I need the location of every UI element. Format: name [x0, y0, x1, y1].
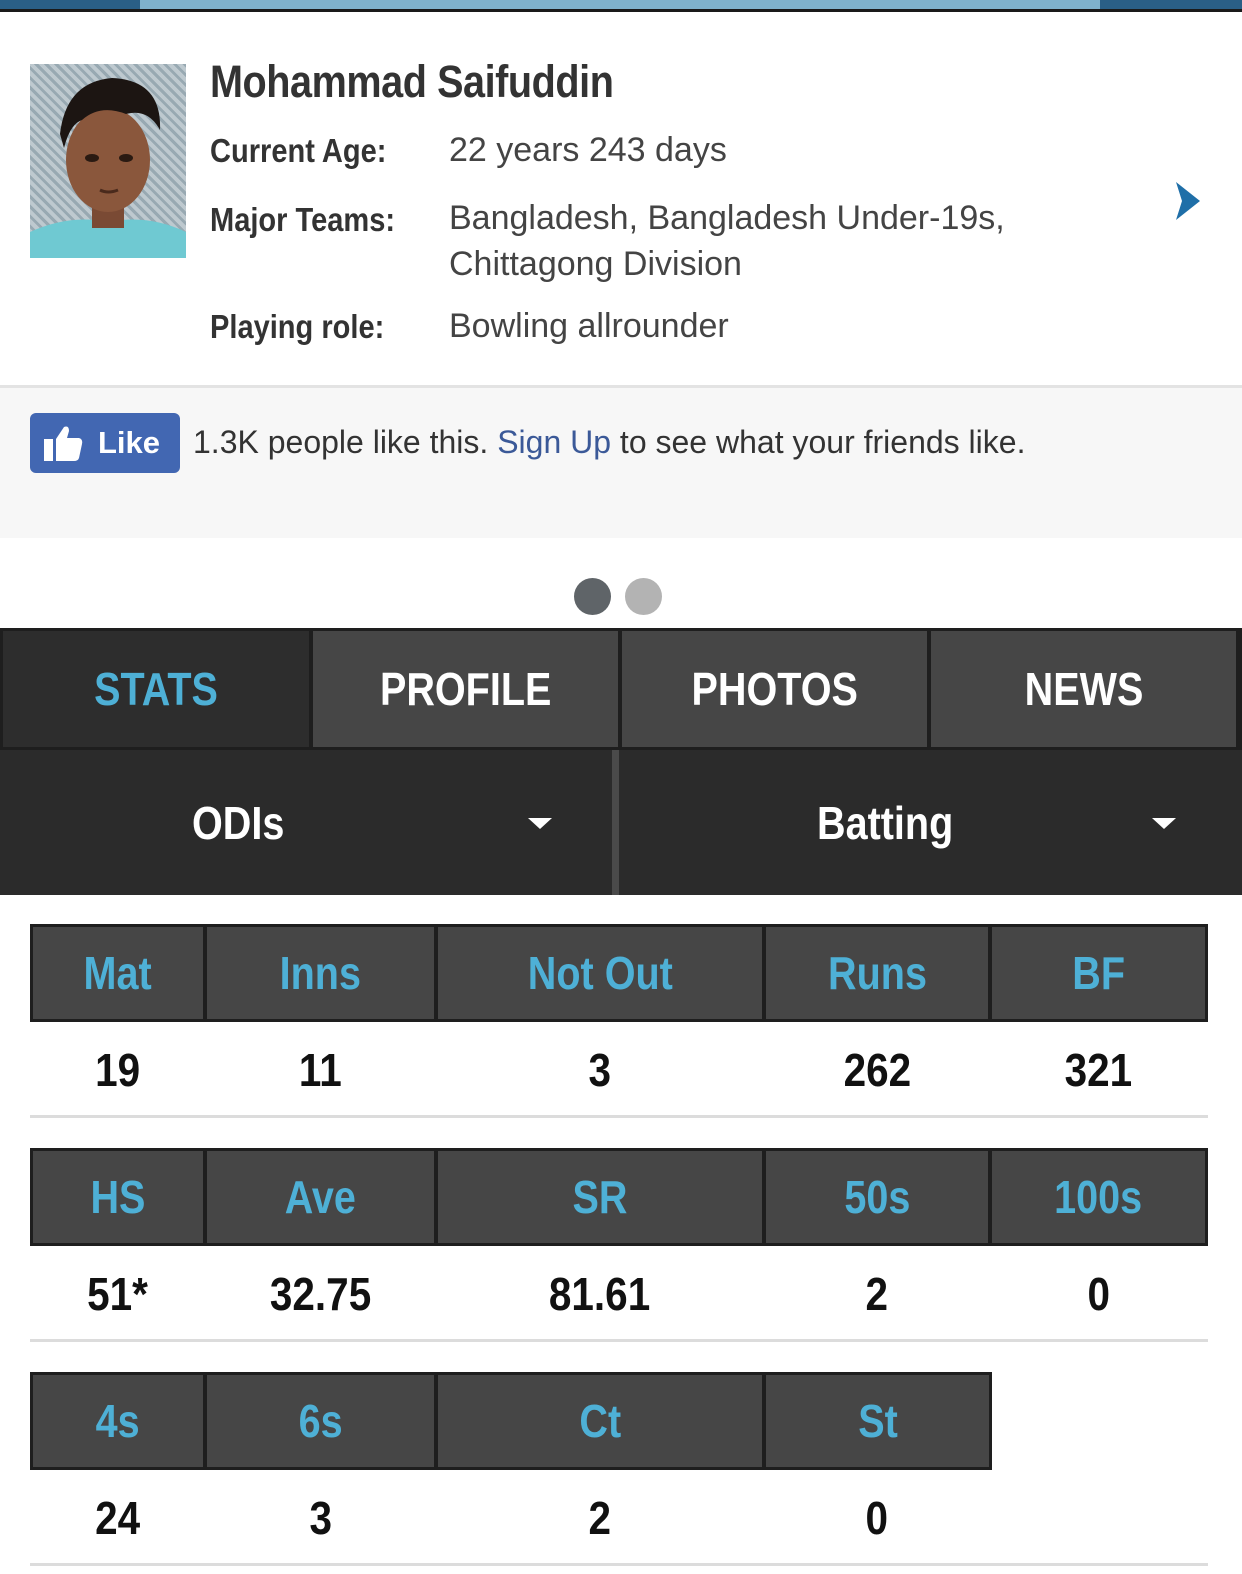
stats-header-cell: 6s — [207, 1375, 434, 1467]
stats-header-cell: Ave — [207, 1151, 434, 1243]
format-select-value: ODIs — [192, 797, 285, 849]
stat-type-select-value: Batting — [817, 797, 954, 849]
playing-role-value: Bowling allrounder — [449, 307, 729, 345]
stats-value-cell: 3 — [588, 1043, 612, 1096]
tab-stats-label: STATS — [94, 663, 218, 715]
stats-header-cell: HS — [33, 1151, 203, 1243]
player-photo-image — [30, 64, 186, 258]
tab-news-label: NEWS — [1024, 663, 1143, 715]
like-count-text: 1.3K people like this. — [193, 424, 489, 460]
stats-header-cell: 50s — [766, 1151, 988, 1243]
playing-role-label: Playing role: — [210, 308, 385, 345]
stats-header-cell: St — [766, 1375, 989, 1467]
stats-value-cell: 81.61 — [549, 1267, 651, 1320]
major-teams-value: Bangladesh, Bangladesh Under-19s, Chitta… — [449, 199, 1005, 283]
stats-header-cell: Runs — [766, 927, 988, 1019]
selector-divider — [612, 750, 619, 895]
like-summary: 1.3K people like this. Sign Up to see wh… — [193, 424, 1025, 461]
stats-value-cell: 0 — [865, 1491, 889, 1544]
stats-header-cell: 4s — [33, 1375, 203, 1467]
tab-photos[interactable]: PHOTOS — [622, 631, 927, 747]
stats-value-cell: 2 — [865, 1267, 889, 1320]
stats-header-cell: Inns — [207, 927, 434, 1019]
stats-value-cell: 3 — [309, 1491, 332, 1544]
stats-header-cell: 100s — [992, 1151, 1205, 1243]
top-strip — [0, 0, 1242, 12]
stats-header-cell: Mat — [33, 927, 203, 1019]
chevron-down-icon — [528, 818, 552, 829]
stats-value-cell: 0 — [1087, 1267, 1110, 1320]
sign-up-link[interactable]: Sign Up — [497, 424, 611, 460]
player-photo — [30, 64, 186, 258]
stats-header-row: 4s 6s Ct St — [30, 1372, 992, 1470]
facebook-like-bar: Like 1.3K people like this. Sign Up to s… — [0, 388, 1242, 538]
chevron-right-icon[interactable] — [1170, 178, 1210, 224]
stats-value-cell: 11 — [299, 1043, 342, 1096]
stats-header-cell: Not Out — [438, 927, 762, 1019]
tab-news[interactable]: NEWS — [931, 631, 1236, 747]
stats-value-cell: 51* — [87, 1267, 149, 1320]
current-age-label: Current Age: — [210, 132, 387, 169]
stats-value-cell: 2 — [588, 1491, 612, 1544]
tab-profile-label: PROFILE — [379, 663, 552, 715]
stats-header-cell: BF — [992, 927, 1205, 1019]
stats-header-row: HS Ave SR 50s 100s — [30, 1148, 1208, 1246]
stats-header-row: Mat Inns Not Out Runs BF — [30, 924, 1208, 1022]
pager-dot-1[interactable] — [574, 578, 611, 615]
stats-value-cell: 262 — [843, 1043, 911, 1096]
like-after-text: to see what your friends like. — [611, 424, 1026, 460]
tab-photos-label: PHOTOS — [691, 663, 858, 715]
stats-header-cell: Ct — [438, 1375, 762, 1467]
main-tabs: STATS PROFILE PHOTOS NEWS — [0, 628, 1242, 750]
stats-value-cell: 19 — [95, 1043, 141, 1096]
stat-selectors: ODIs Batting — [0, 750, 1242, 895]
tab-profile[interactable]: PROFILE — [313, 631, 618, 747]
player-name: Mohammad Saifuddin — [210, 56, 614, 107]
stat-type-select[interactable]: Batting — [619, 750, 1242, 895]
current-age-value: 22 years 243 days — [449, 131, 727, 169]
like-button-label: Like — [98, 425, 161, 460]
chevron-down-icon — [1152, 818, 1176, 829]
row-divider — [30, 1339, 1208, 1342]
thumbs-up-icon — [44, 426, 83, 461]
stats-value-cell: 32.75 — [269, 1267, 372, 1320]
stats-value-cell: 321 — [1064, 1043, 1133, 1096]
player-card[interactable]: Mohammad Saifuddin Current Age: 22 years… — [0, 12, 1242, 388]
major-teams-label: Major Teams: — [210, 201, 396, 238]
stats-value-cell: 24 — [95, 1491, 141, 1544]
like-button[interactable]: Like — [30, 413, 180, 473]
tab-stats[interactable]: STATS — [3, 631, 309, 747]
pager-dot-2[interactable] — [625, 578, 662, 615]
format-select[interactable]: ODIs — [0, 750, 612, 895]
stats-header-cell: SR — [438, 1151, 762, 1243]
row-divider — [30, 1563, 1208, 1566]
row-divider — [30, 1115, 1208, 1118]
